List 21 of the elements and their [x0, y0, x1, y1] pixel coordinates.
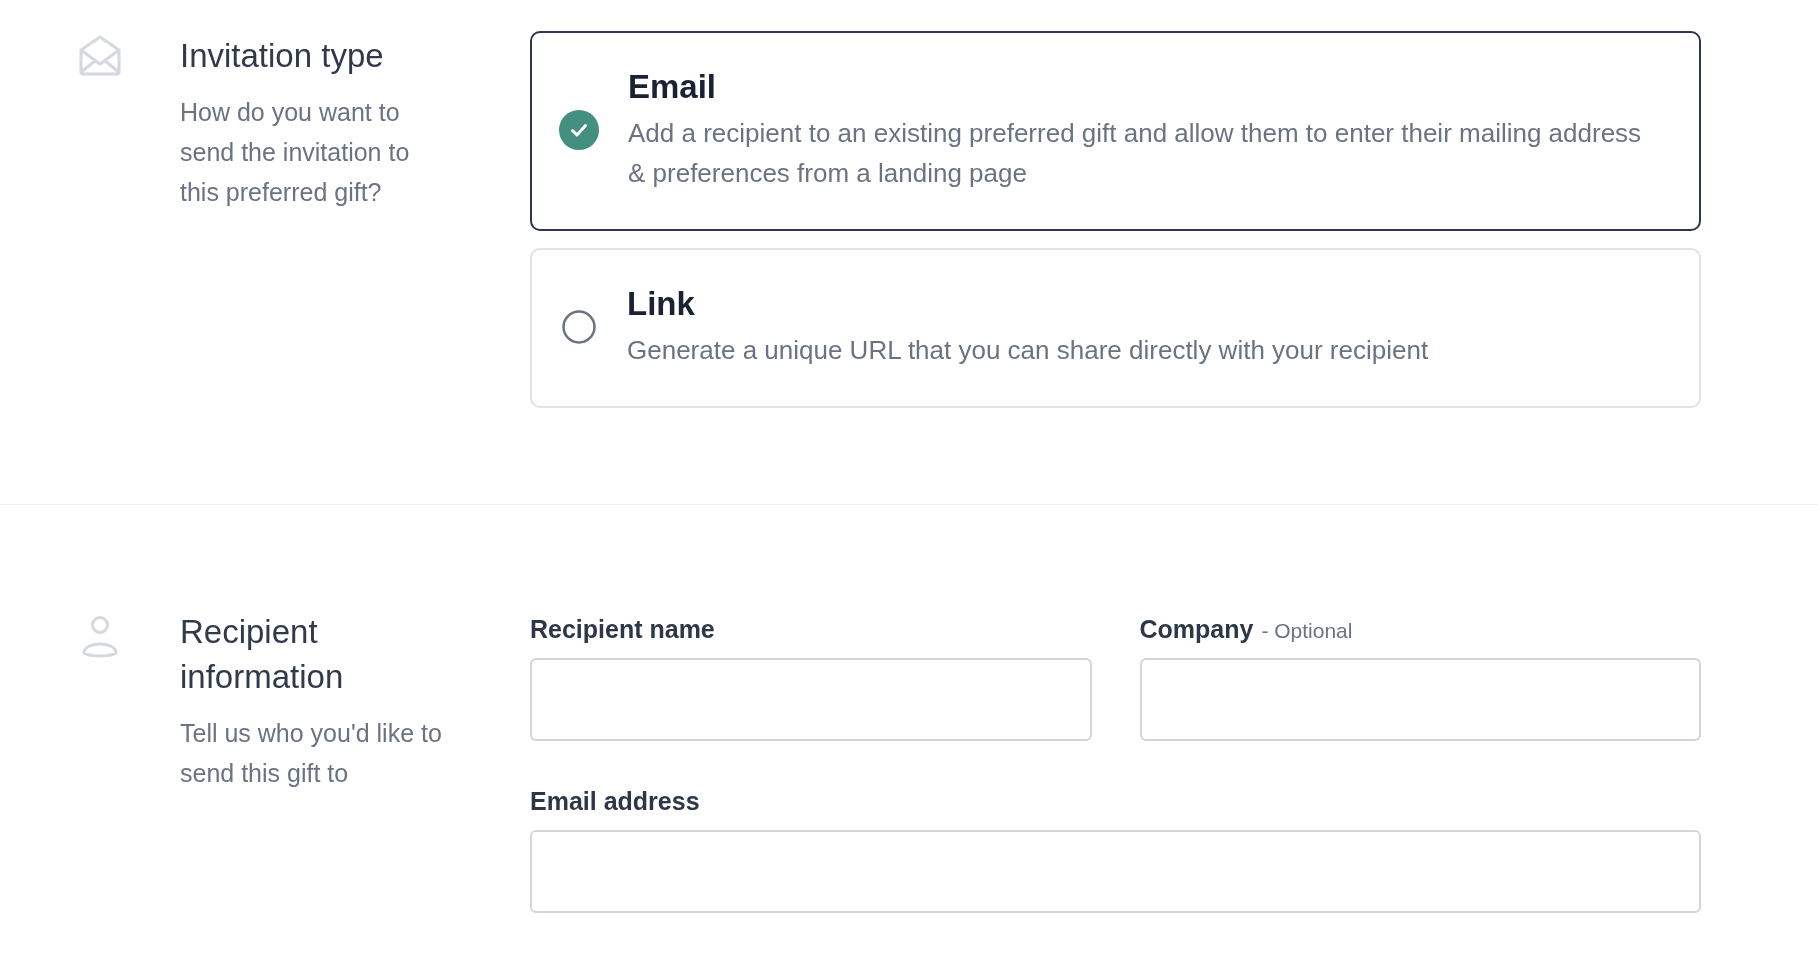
input-field[interactable]: [530, 830, 1701, 913]
section-title: Invitation type: [180, 36, 385, 76]
option-description: Generate a unique URL that you can share directly with your recipient: [627, 334, 1429, 367]
check-icon: [559, 110, 599, 150]
option-card[interactable]: Link Generate a unique URL that you can share directly with your recipient: [530, 248, 1701, 408]
field-label: Email address: [530, 787, 700, 816]
radio-icon: [562, 310, 596, 344]
input-field[interactable]: [530, 658, 1092, 741]
section-title: Recipient information: [180, 612, 345, 697]
option-title: Link: [627, 284, 696, 324]
optional-note: - Optional: [1261, 619, 1353, 643]
field-label: Company: [1139, 615, 1254, 644]
option-card[interactable]: Email Add a recipient to an existing preferred gift and allow them to enter their mailing address & preferences from a landing page: [530, 31, 1701, 231]
section-description: Tell us who you'd like to send this gift to: [180, 718, 443, 789]
envelope-icon: [78, 34, 122, 76]
section-description: How do you want to send the invitation to this preferred gift?: [180, 97, 411, 208]
field-label: Recipient name: [530, 615, 715, 644]
person-icon: [81, 615, 119, 659]
option-description: Add a recipient to an existing preferred gift and allow them to enter their mailing address & preferences from a landing page: [628, 117, 1643, 190]
input-field[interactable]: [1139, 658, 1701, 741]
option-title: Email: [628, 67, 718, 107]
